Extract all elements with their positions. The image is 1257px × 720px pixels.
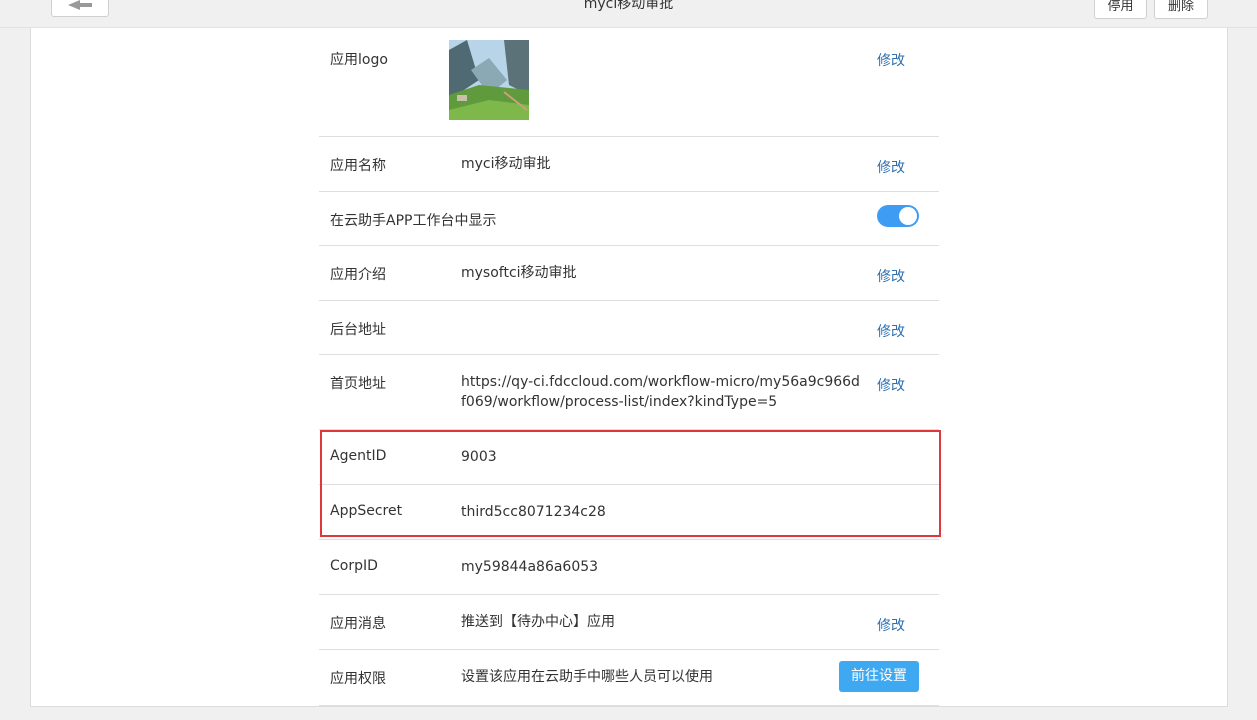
app-intro-value: mysoftci移动审批 <box>461 265 577 281</box>
top-bar: myci移动审批 停用 删除 <box>0 0 1257 28</box>
row-corp-id: CorpID my59844a86a6053 <box>319 540 939 595</box>
disable-button[interactable]: 停用 <box>1094 0 1147 19</box>
row-logo: 应用logo 修改 <box>319 28 939 137</box>
app-message-value: 推送到【待办中心】应用 <box>461 614 615 630</box>
row-label: 应用logo <box>330 52 388 68</box>
row-label: 应用名称 <box>330 158 386 174</box>
homepage-url-line1: https://qy-ci.fdccloud.com/workflow-micr… <box>461 374 860 390</box>
homepage-url-line2: f069/workflow/process-list/index?kindTyp… <box>461 394 778 410</box>
row-agent-id: AgentID 9003 <box>319 430 939 485</box>
row-show-in-app: 在云助手APP工作台中显示 <box>319 192 939 246</box>
row-app-intro: 应用介绍 mysoftci移动审批 修改 <box>319 246 939 301</box>
row-app-permission: 应用权限 设置该应用在云助手中哪些人员可以使用 前往设置 <box>319 650 939 706</box>
corp-id-value: my59844a86a6053 <box>461 559 599 575</box>
delete-button[interactable]: 删除 <box>1154 0 1208 19</box>
row-label: 在云助手APP工作台中显示 <box>330 213 497 229</box>
edit-message-link[interactable]: 修改 <box>877 615 905 635</box>
edit-logo-link[interactable]: 修改 <box>877 50 905 70</box>
row-label: 应用权限 <box>330 671 386 687</box>
row-label: 应用介绍 <box>330 267 386 283</box>
row-homepage-url: 首页地址 https://qy-ci.fdccloud.com/workflow… <box>319 355 939 430</box>
row-label: 后台地址 <box>330 322 386 338</box>
app-secret-value: third5cc8071234c28 <box>461 504 606 520</box>
edit-backend-link[interactable]: 修改 <box>877 321 905 341</box>
row-label: 首页地址 <box>330 376 386 392</box>
agent-id-value: 9003 <box>461 449 497 465</box>
show-in-app-toggle[interactable] <box>877 205 919 227</box>
row-label: AppSecret <box>330 503 403 519</box>
edit-intro-link[interactable]: 修改 <box>877 266 905 286</box>
page-title: myci移动审批 <box>583 0 674 12</box>
row-backend-url: 后台地址 修改 <box>319 301 939 355</box>
edit-name-link[interactable]: 修改 <box>877 157 905 177</box>
go-settings-button[interactable]: 前往设置 <box>839 661 919 692</box>
row-label: CorpID <box>330 558 378 574</box>
row-app-message: 应用消息 推送到【待办中心】应用 修改 <box>319 595 939 650</box>
row-label: 应用消息 <box>330 616 386 632</box>
row-label: AgentID <box>330 448 387 464</box>
edit-homepage-link[interactable]: 修改 <box>877 375 905 395</box>
row-app-secret: AppSecret third5cc8071234c28 <box>319 485 939 540</box>
app-permission-value: 设置该应用在云助手中哪些人员可以使用 <box>461 669 713 685</box>
row-app-name: 应用名称 myci移动审批 修改 <box>319 137 939 192</box>
toggle-knob <box>899 207 917 225</box>
app-logo-image <box>449 40 529 120</box>
app-name-value: myci移动审批 <box>461 156 551 172</box>
